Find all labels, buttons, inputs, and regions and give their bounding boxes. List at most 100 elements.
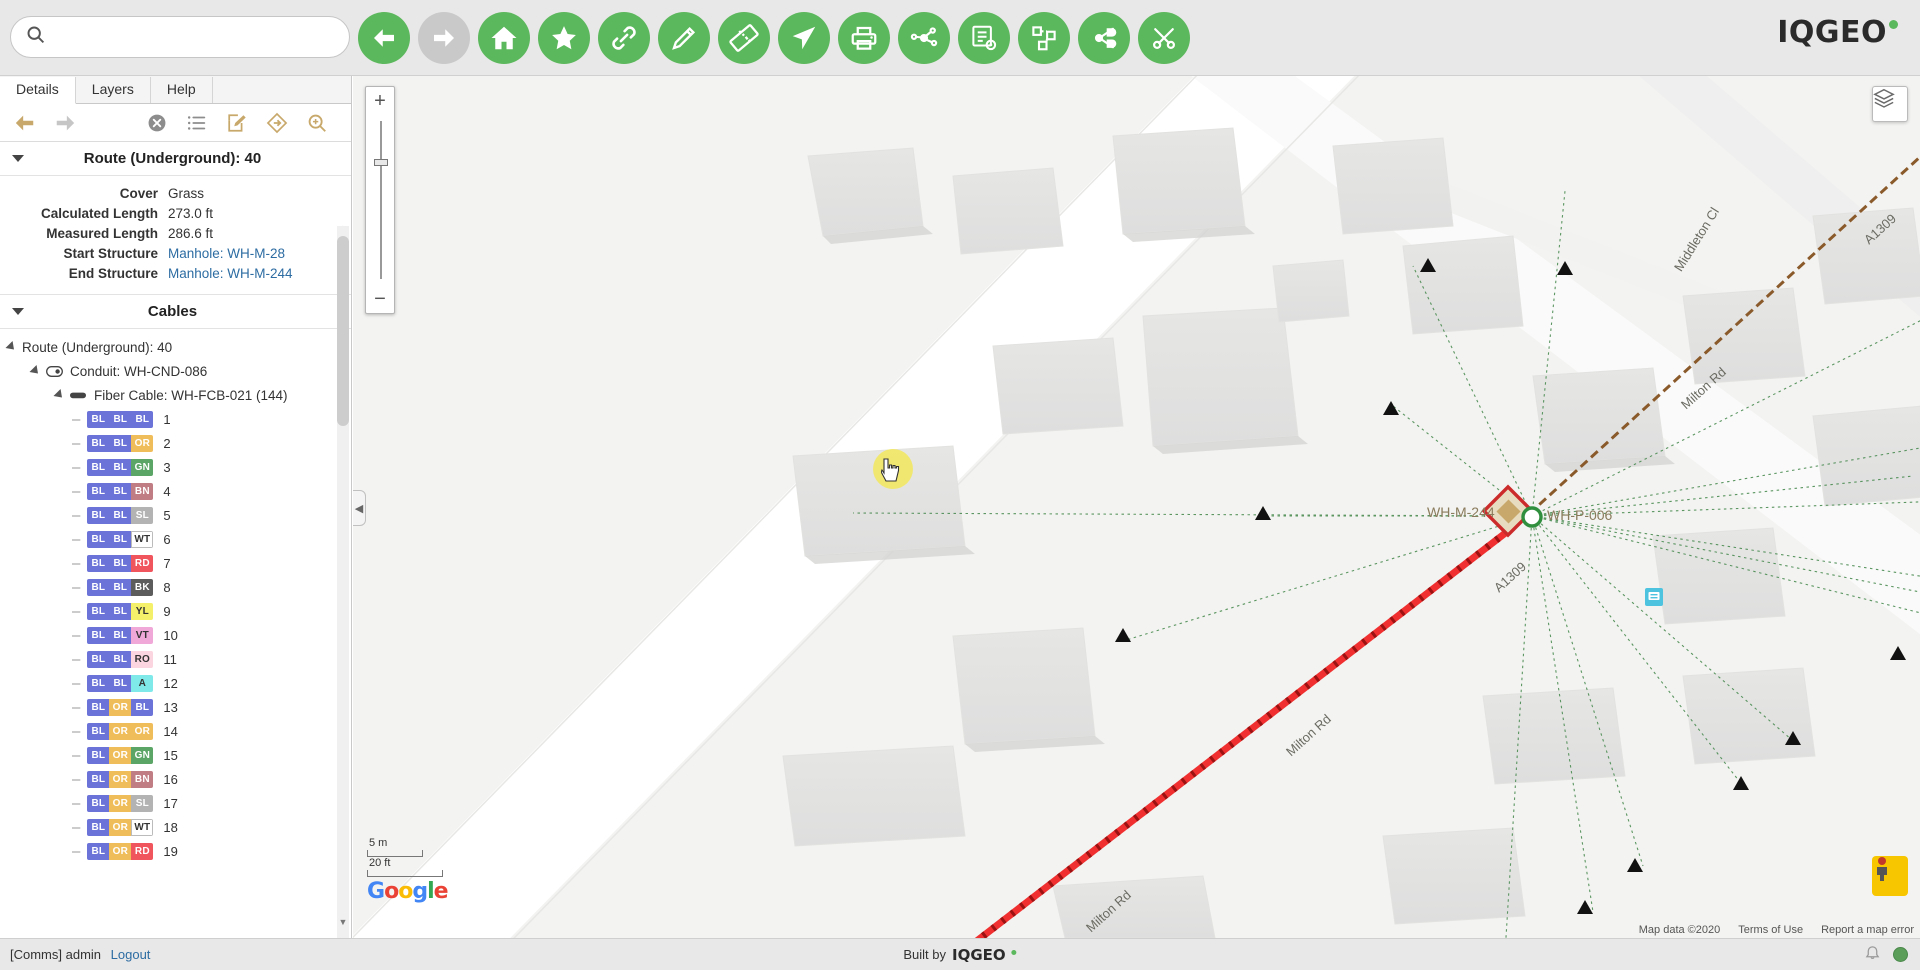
logout-link[interactable]: Logout [111, 947, 151, 962]
fiber-row[interactable]: – BL BL VT 10 [0, 623, 351, 647]
fiber-row[interactable]: – BL BL SL 5 [0, 503, 351, 527]
fiber-row[interactable]: – BL OR BL 13 [0, 695, 351, 719]
tab-details[interactable]: Details [0, 77, 76, 104]
fiber-expand-dash-icon[interactable]: – [72, 651, 80, 668]
search-input[interactable] [46, 17, 349, 57]
nav-back-button[interactable] [12, 110, 38, 136]
connections-button[interactable] [1078, 12, 1130, 64]
fiber-color-swatch: BL [87, 722, 110, 740]
map-canvas[interactable]: Middleton Cl A1309 Milton Rd A1309 Milto… [353, 76, 1920, 938]
fiber-row[interactable]: – BL OR OR 14 [0, 719, 351, 743]
report-map-error-link[interactable]: Report a map error [1821, 924, 1914, 936]
fiber-row[interactable]: –BLORBK20 [0, 863, 351, 865]
tab-layers[interactable]: Layers [76, 77, 151, 103]
tab-help[interactable]: Help [151, 77, 213, 103]
fiber-expand-dash-icon[interactable]: – [72, 435, 80, 452]
reports-button[interactable] [958, 12, 1010, 64]
link-button[interactable] [598, 12, 650, 64]
fiber-row[interactable]: – BL OR SL 17 [0, 791, 351, 815]
fiber-row[interactable]: – BL BL OR 2 [0, 431, 351, 455]
fiber-row[interactable]: – BL OR BN 16 [0, 767, 351, 791]
chevron-down-icon[interactable] [12, 308, 24, 315]
caret-expanded-icon[interactable] [5, 340, 18, 354]
fiber-row[interactable]: – BL BL BL 1 [0, 407, 351, 431]
fiber-expand-dash-icon[interactable]: – [72, 483, 80, 500]
fiber-row[interactable]: – BL OR RD 19 [0, 839, 351, 863]
zoom-to-feature-button[interactable] [304, 110, 330, 136]
fiber-expand-dash-icon[interactable]: – [72, 555, 80, 572]
terms-of-use-link[interactable]: Terms of Use [1738, 924, 1803, 936]
fiber-expand-dash-icon[interactable]: – [72, 675, 80, 692]
notification-bell-icon[interactable] [1864, 944, 1881, 966]
nav-forward-button[interactable] [52, 110, 78, 136]
status-bar: [Comms] admin Logout Built by IQGEO [0, 938, 1920, 970]
topology-button[interactable] [1018, 12, 1070, 64]
panel-scrollbar-thumb[interactable] [337, 236, 349, 426]
fiber-number: 7 [163, 555, 171, 571]
fiber-color-swatches: BL BL WT [87, 530, 154, 548]
tree-node-label: Fiber Cable: WH-FCB-021 (144) [94, 387, 288, 403]
fiber-expand-dash-icon[interactable]: – [72, 819, 80, 836]
fiber-row[interactable]: – BL BL YL 9 [0, 599, 351, 623]
forward-button[interactable] [418, 12, 470, 64]
fiber-row[interactable]: – BL OR WT 18 [0, 815, 351, 839]
fiber-expand-dash-icon[interactable]: – [72, 603, 80, 620]
caret-expanded-icon[interactable] [29, 364, 42, 378]
fiber-row[interactable]: – BL BL GN 3 [0, 455, 351, 479]
back-button[interactable] [358, 12, 410, 64]
fiber-row[interactable]: – BL BL WT 6 [0, 527, 351, 551]
map-zoom-control[interactable]: + − [365, 86, 395, 314]
zoom-in-button[interactable]: + [366, 87, 394, 115]
zoom-slider[interactable] [366, 115, 394, 285]
fiber-row[interactable]: – BL BL A 12 [0, 671, 351, 695]
trace-button[interactable] [264, 110, 290, 136]
fiber-expand-dash-icon[interactable]: – [72, 507, 80, 524]
edit-feature-button[interactable] [224, 110, 250, 136]
fiber-expand-dash-icon[interactable]: – [72, 627, 80, 644]
zoom-slider-knob[interactable] [374, 159, 388, 166]
navigate-button[interactable] [778, 12, 830, 64]
fiber-expand-dash-icon[interactable]: – [72, 795, 80, 812]
fiber-expand-dash-icon[interactable]: – [72, 531, 80, 548]
fiber-row[interactable]: – BL BL BN 4 [0, 479, 351, 503]
bookmarks-button[interactable] [538, 12, 590, 64]
fiber-expand-dash-icon[interactable]: – [72, 843, 80, 860]
caret-expanded-icon[interactable] [53, 388, 66, 402]
fiber-expand-dash-icon[interactable]: – [72, 459, 80, 476]
zoom-out-button[interactable]: − [366, 285, 394, 313]
fiber-row[interactable]: – BL BL BK 8 [0, 575, 351, 599]
fiber-color-swatch: BL [87, 698, 110, 716]
list-view-button[interactable] [184, 110, 210, 136]
search-box[interactable] [10, 16, 350, 58]
fiber-expand-dash-icon[interactable]: – [72, 723, 80, 740]
street-view-pegman[interactable] [1872, 856, 1908, 896]
tree-node-fiber-cable[interactable]: Fiber Cable: WH-FCB-021 (144) [0, 383, 351, 407]
start-structure-link[interactable]: Manhole: WH-M-28 [168, 244, 285, 264]
tree-node-conduit[interactable]: Conduit: WH-CND-086 [0, 359, 351, 383]
fiber-row[interactable]: – BL BL RD 7 [0, 551, 351, 575]
fiber-row[interactable]: – BL OR GN 15 [0, 743, 351, 767]
fiber-expand-dash-icon[interactable]: – [72, 411, 80, 428]
scroll-down-arrow[interactable]: ▼ [337, 916, 349, 928]
panel-collapse-handle[interactable]: ◀ [353, 490, 366, 526]
fiber-expand-dash-icon[interactable]: – [72, 579, 80, 596]
cables-section-header[interactable]: Cables [0, 295, 351, 329]
edit-button[interactable] [658, 12, 710, 64]
end-structure-link[interactable]: Manhole: WH-M-244 [168, 264, 293, 284]
tree-node-route[interactable]: Route (Underground): 40 [0, 335, 351, 359]
fiber-expand-dash-icon[interactable]: – [72, 699, 80, 716]
tools-button[interactable] [1138, 12, 1190, 64]
fiber-expand-dash-icon[interactable]: – [72, 747, 80, 764]
home-button[interactable] [478, 12, 530, 64]
measure-button[interactable] [718, 12, 770, 64]
map-layers-button[interactable] [1872, 86, 1908, 122]
fiber-expand-dash-icon[interactable]: – [72, 771, 80, 788]
attribute-row: Calculated Length 273.0 ft [0, 204, 351, 224]
chevron-down-icon[interactable] [12, 155, 24, 162]
details-section-header[interactable]: Route (Underground): 40 [0, 142, 351, 176]
print-button[interactable] [838, 12, 890, 64]
clear-selection-button[interactable] [144, 110, 170, 136]
network-trace-button[interactable] [898, 12, 950, 64]
fiber-row[interactable]: – BL BL RO 11 [0, 647, 351, 671]
connection-indicator[interactable] [1893, 947, 1908, 962]
